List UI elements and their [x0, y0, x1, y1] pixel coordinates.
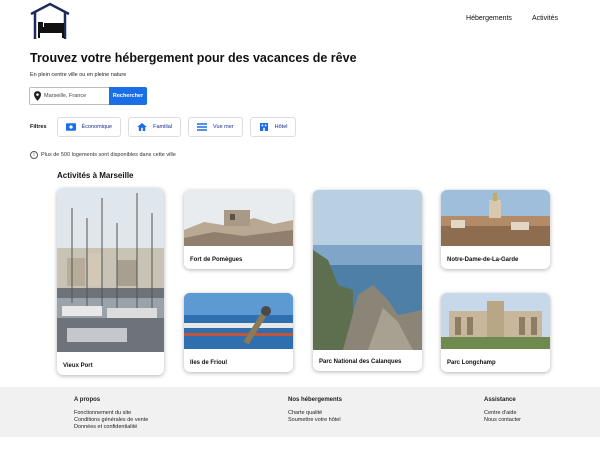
- nav-hebergements[interactable]: Hébergements: [466, 15, 512, 22]
- footer-hosting-title: Nos hébergements: [288, 397, 343, 403]
- filters-label: Filtres: [30, 124, 47, 130]
- site-footer: A propos Fonctionnement du site Conditio…: [0, 387, 600, 437]
- search-input-value: Marseille, France: [44, 93, 87, 99]
- nav-activites[interactable]: Activités: [532, 15, 558, 22]
- activity-card-vieux-port[interactable]: Vieux Port: [57, 188, 164, 375]
- filter-label: Familial: [153, 124, 173, 130]
- page-title: Trouvez votre hébergement pour des vacan…: [30, 51, 357, 65]
- activity-label: Vieux Port: [63, 363, 93, 369]
- info-icon: i: [30, 151, 38, 159]
- activity-card-notre-dame[interactable]: Notre-Dame-de-La-Garde: [441, 190, 550, 269]
- fort-de-pomegues-photo: [184, 190, 293, 246]
- filter-familial[interactable]: Familial: [128, 117, 182, 137]
- footer-hosting: Nos hébergements Charte qualité Soumettr…: [288, 397, 342, 424]
- activities-title: Activités à Marseille: [57, 171, 134, 180]
- bed-house-icon: [30, 2, 70, 39]
- footer-about: A propos Fonctionnement du site Conditio…: [74, 397, 148, 431]
- activity-label: Iles de Frioul: [190, 360, 228, 366]
- activity-label: Notre-Dame-de-La-Garde: [447, 257, 519, 263]
- activity-card-fort-de-pomegues[interactable]: Fort de Pomègues: [184, 190, 293, 269]
- footer-link[interactable]: Fonctionnement du site: [74, 410, 148, 417]
- filter-label: Hôtel: [274, 124, 288, 130]
- activity-label: Parc Longchamp: [447, 360, 496, 366]
- footer-link[interactable]: Centre d'aide: [484, 410, 521, 417]
- availability-info: i Plus de 500 logements sont disponibles…: [30, 151, 176, 159]
- footer-link[interactable]: Charte qualité: [288, 410, 342, 417]
- site-logo[interactable]: [30, 2, 70, 40]
- main-nav: Hébergements Activités: [466, 15, 558, 22]
- availability-text: Plus de 500 logements sont disponibles d…: [41, 152, 176, 158]
- activity-card-longchamp[interactable]: Parc Longchamp: [441, 293, 550, 372]
- footer-about-title: A propos: [74, 397, 101, 403]
- calanques-photo: [313, 190, 422, 350]
- search-input[interactable]: Marseille, France: [29, 87, 109, 105]
- footer-link[interactable]: Conditions générales de vente: [74, 417, 148, 424]
- filter-hotel[interactable]: Hôtel: [249, 117, 297, 137]
- footer-link[interactable]: Nous contacter: [484, 417, 521, 424]
- activity-card-iles-de-frioul[interactable]: Iles de Frioul: [184, 293, 293, 372]
- footer-link[interactable]: Soumettre votre hôtel: [288, 417, 342, 424]
- filter-label: Économique: [81, 124, 113, 130]
- activity-card-calanques[interactable]: Parc National des Calanques: [313, 190, 422, 371]
- page-subtitle: En plein centre ville ou en pleine natur…: [30, 72, 127, 78]
- home-icon: [137, 123, 147, 131]
- site-header: Hébergements Activités: [0, 0, 600, 42]
- search-bar: Marseille, France Rechercher: [29, 87, 147, 105]
- activity-label: Parc National des Calanques: [319, 359, 402, 365]
- activity-label: Fort de Pomègues: [190, 257, 243, 263]
- vieux-port-photo: [57, 188, 164, 352]
- filters-bar: Filtres Économique Familial Vue mer Hôte…: [30, 117, 303, 137]
- filter-economique[interactable]: Économique: [56, 117, 122, 137]
- location-pin-icon: [34, 91, 41, 101]
- waves-icon: [197, 123, 208, 131]
- filter-label: Vue mer: [213, 124, 234, 130]
- iles-de-frioul-photo: [184, 293, 293, 349]
- footer-link[interactable]: Données et confidentialité: [74, 424, 148, 431]
- longchamp-photo: [441, 293, 550, 349]
- notre-dame-photo: [441, 190, 550, 246]
- footer-help: Assistance Centre d'aide Nous contacter: [484, 397, 521, 424]
- hotel-icon: [259, 123, 268, 131]
- footer-help-title: Assistance: [484, 397, 516, 403]
- search-button[interactable]: Rechercher: [109, 87, 147, 105]
- filter-vue-mer[interactable]: Vue mer: [188, 117, 243, 137]
- money-icon: [65, 123, 76, 131]
